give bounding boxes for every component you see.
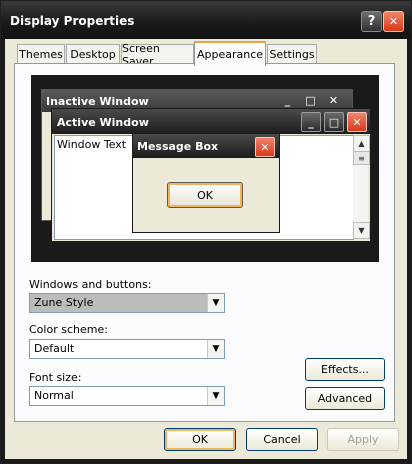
- appearance-tab-panel: Inactive Window _ □ ✕ Active Window _ □ …: [14, 63, 395, 422]
- close-icon: ✕: [388, 15, 399, 28]
- ok-button[interactable]: OK: [164, 428, 236, 451]
- minimize-icon: _: [301, 112, 321, 132]
- font-size-value: Normal: [34, 389, 74, 402]
- cancel-label: Cancel: [263, 433, 301, 446]
- tab-label: Themes: [19, 48, 63, 61]
- window-title: Display Properties: [10, 14, 135, 28]
- tab-label: Settings: [269, 48, 315, 61]
- tab-desktop[interactable]: Desktop: [66, 44, 120, 64]
- font-size-select[interactable]: Normal ▼: [29, 386, 225, 406]
- ok-label: OK: [192, 433, 208, 446]
- windows-buttons-select[interactable]: Zune Style ▼: [29, 293, 225, 313]
- color-scheme-value: Default: [34, 342, 75, 355]
- close-icon: ✕: [347, 112, 367, 132]
- advanced-button[interactable]: Advanced: [305, 387, 385, 410]
- apply-label: Apply: [347, 433, 379, 446]
- message-box-title-bar: Message Box ✕: [133, 134, 279, 158]
- tab-appearance[interactable]: Appearance: [194, 41, 266, 66]
- font-size-label: Font size:: [29, 371, 82, 384]
- close-button[interactable]: ✕: [383, 11, 404, 32]
- color-scheme-select[interactable]: Default ▼: [29, 339, 225, 359]
- effects-button[interactable]: Effects...: [305, 358, 385, 381]
- message-ok-label: OK: [197, 188, 213, 202]
- active-title-bar: Active Window _ □ ✕: [52, 109, 370, 134]
- dialog-client-area: Themes Desktop Screen Saver Appearance S…: [5, 39, 407, 459]
- title-bar[interactable]: Display Properties ? ✕: [1, 1, 411, 39]
- color-scheme-label: Color scheme:: [29, 323, 108, 336]
- cancel-button[interactable]: Cancel: [246, 428, 318, 451]
- tab-screen-saver[interactable]: Screen Saver: [121, 42, 194, 68]
- message-box-ok-button: OK: [167, 182, 243, 208]
- close-icon: ✕: [328, 94, 339, 107]
- display-properties-window: Display Properties ? ✕ Themes Desktop Sc…: [0, 0, 412, 464]
- tab-label: Appearance: [196, 48, 264, 61]
- effects-label: Effects...: [321, 363, 369, 376]
- maximize-icon: □: [305, 94, 316, 107]
- chevron-down-icon[interactable]: ▼: [207, 387, 224, 405]
- scroll-thumb: ≡: [353, 151, 370, 165]
- advanced-label: Advanced: [317, 392, 373, 405]
- preview-scrollbar: ▲ ≡ ▼: [353, 135, 370, 239]
- active-window-title: Active Window: [57, 116, 149, 129]
- maximize-icon: □: [324, 112, 344, 132]
- message-box-title: Message Box: [137, 140, 219, 153]
- windows-buttons-value: Zune Style: [34, 296, 94, 309]
- minimize-icon: _: [284, 94, 291, 107]
- close-icon: ✕: [255, 137, 275, 157]
- chevron-down-icon[interactable]: ▼: [207, 340, 224, 358]
- window-text: Window Text: [57, 138, 127, 151]
- scroll-down-icon: ▼: [353, 222, 370, 239]
- scroll-up-icon: ▲: [353, 135, 370, 152]
- inactive-window-title: Inactive Window: [46, 95, 149, 108]
- chevron-down-icon[interactable]: ▼: [207, 294, 224, 312]
- apply-button[interactable]: Apply: [327, 428, 399, 451]
- tab-themes[interactable]: Themes: [17, 44, 65, 64]
- help-button[interactable]: ?: [361, 11, 382, 32]
- tab-settings[interactable]: Settings: [267, 44, 317, 64]
- windows-buttons-label: Windows and buttons:: [29, 278, 152, 291]
- question-icon: ?: [367, 14, 376, 29]
- appearance-preview: Inactive Window _ □ ✕ Active Window _ □ …: [31, 75, 379, 262]
- preview-message-box: Message Box ✕ OK: [132, 133, 280, 233]
- tab-label: Desktop: [70, 48, 116, 61]
